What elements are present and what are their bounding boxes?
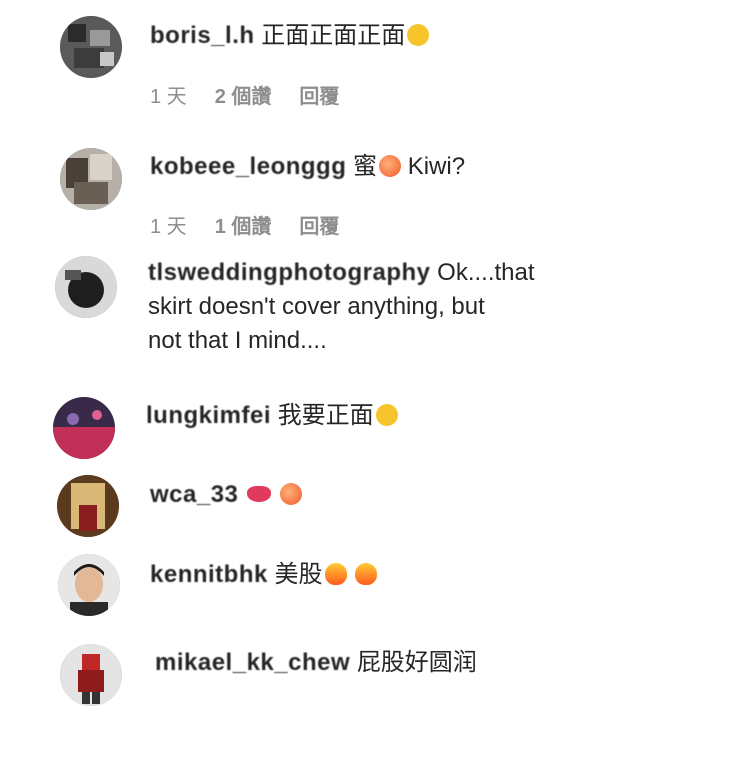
comment-text: Ok....that bbox=[437, 259, 535, 286]
comment-text: 美股 bbox=[274, 561, 323, 588]
crying-face-icon bbox=[375, 404, 398, 426]
username-link[interactable]: kennitbhk bbox=[150, 561, 268, 588]
comment-text: Kiwi? bbox=[407, 153, 466, 180]
avatar[interactable] bbox=[57, 475, 119, 537]
avatar[interactable] bbox=[53, 397, 115, 459]
comment-text-line: skirt doesn't cover anything, but bbox=[148, 293, 485, 320]
fire-icon bbox=[355, 563, 378, 585]
timestamp[interactable]: 1 天 bbox=[150, 80, 187, 109]
fire-icon bbox=[324, 563, 347, 585]
comment-body: kennitbhk 美股 bbox=[150, 558, 378, 592]
peach-icon bbox=[279, 483, 302, 505]
likes-count[interactable]: 2 個讚 bbox=[215, 80, 272, 109]
reply-button[interactable]: 回覆 bbox=[299, 210, 339, 239]
avatar[interactable] bbox=[58, 554, 120, 616]
comment-meta: 1 天 2 個讚 回覆 bbox=[150, 80, 339, 109]
comment-text: 我要正面 bbox=[277, 402, 374, 429]
username-link[interactable]: wca_33 bbox=[150, 481, 238, 508]
comment-text: 屁股好圆润 bbox=[356, 649, 477, 676]
comment-body: tlsweddingphotography Ok....that skirt d… bbox=[148, 256, 588, 358]
avatar[interactable] bbox=[60, 644, 122, 706]
peach-icon bbox=[379, 155, 402, 177]
timestamp[interactable]: 1 天 bbox=[150, 210, 187, 239]
comment-body: wca_33 bbox=[150, 478, 302, 512]
username-link[interactable]: lungkimfei bbox=[146, 402, 271, 429]
reply-button[interactable]: 回覆 bbox=[299, 80, 339, 109]
avatar[interactable] bbox=[60, 148, 122, 210]
comment-text: 蜜 bbox=[353, 153, 378, 180]
avatar[interactable] bbox=[55, 256, 117, 318]
comment-body: kobeee_leonggg 蜜 Kiwi? bbox=[150, 150, 465, 184]
username-link[interactable]: kobeee_leonggg bbox=[150, 153, 346, 180]
username-link[interactable]: mikael_kk_chew bbox=[155, 649, 350, 676]
username-link[interactable]: tlsweddingphotography bbox=[148, 259, 430, 286]
comment-body: boris_l.h 正面正面正面 bbox=[150, 19, 430, 53]
comment-text: 正面正面正面 bbox=[261, 22, 406, 49]
face-with-tears-of-joy-icon bbox=[407, 24, 430, 46]
comment-text-line: not that I mind.... bbox=[148, 327, 327, 354]
likes-count[interactable]: 1 個讚 bbox=[215, 210, 272, 239]
comment-body: lungkimfei 我要正面 bbox=[146, 399, 398, 433]
comment-body: mikael_kk_chew 屁股好圆润 bbox=[155, 646, 477, 680]
username-link[interactable]: boris_l.h bbox=[150, 22, 255, 49]
kiss-mark-icon bbox=[247, 486, 272, 502]
avatar[interactable] bbox=[60, 16, 122, 78]
comment-meta: 1 天 1 個讚 回覆 bbox=[150, 210, 339, 239]
